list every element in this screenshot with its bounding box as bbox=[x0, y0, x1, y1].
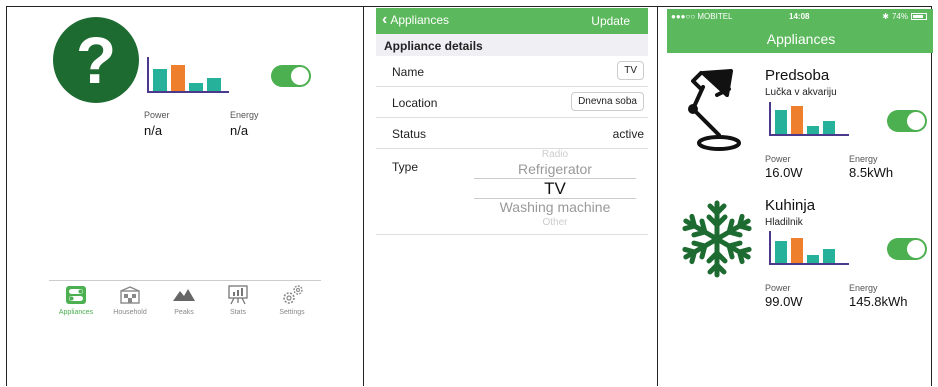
picker-option[interactable]: Radio bbox=[470, 149, 640, 160]
energy-label: Energy bbox=[849, 283, 878, 293]
chart-bar bbox=[153, 69, 167, 91]
toggle-knob bbox=[291, 67, 309, 85]
tab-label: Settings bbox=[279, 309, 305, 316]
consumption-bar-chart bbox=[147, 57, 229, 93]
tab-label: Household bbox=[113, 309, 147, 316]
tab-label: Stats bbox=[230, 309, 246, 316]
chart-bar bbox=[807, 255, 819, 263]
power-label: Power bbox=[144, 110, 170, 120]
chart-bar bbox=[189, 83, 203, 91]
power-value: n/a bbox=[144, 123, 163, 138]
location-input[interactable]: Dnevna soba bbox=[571, 92, 644, 111]
chart-y-axis bbox=[769, 231, 771, 265]
tab-appliances[interactable]: Appliances bbox=[49, 285, 103, 316]
chart-bar bbox=[807, 126, 819, 134]
type-picker[interactable]: Radio Refrigerator TV Washing machine Ot… bbox=[470, 149, 640, 235]
toggle-knob bbox=[907, 112, 925, 130]
name-input[interactable]: TV bbox=[617, 61, 644, 80]
chart-x-axis bbox=[147, 91, 229, 93]
gears-icon bbox=[265, 285, 319, 305]
stats-easel-icon bbox=[211, 285, 265, 305]
chart-bar bbox=[775, 241, 787, 263]
chart-bar bbox=[775, 110, 787, 134]
type-label: Type bbox=[392, 160, 419, 174]
type-row: Type Radio Refrigerator TV Washing machi… bbox=[376, 149, 648, 235]
mountain-peaks-icon bbox=[157, 285, 211, 305]
app-header: ●●●○○ MOBITEL 14:08 ✱ 74% Appliances bbox=[667, 9, 933, 53]
battery-percent: 74% bbox=[891, 12, 908, 21]
appliance-subtitle: Lučka v akvariju bbox=[765, 87, 837, 98]
appliances-list-panel: ●●●○○ MOBITEL 14:08 ✱ 74% Appliances Pre… bbox=[659, 7, 933, 386]
location-row: Location Dnevna soba bbox=[376, 87, 648, 118]
chevron-left-icon: ‹ bbox=[382, 11, 388, 28]
status-time: 14:08 bbox=[789, 12, 810, 21]
appliance-name: Predsoba bbox=[765, 67, 830, 84]
chart-bar bbox=[791, 238, 803, 263]
chart-x-axis bbox=[769, 263, 849, 265]
energy-value: 8.5kWh bbox=[849, 165, 894, 180]
appliance-toggle[interactable] bbox=[887, 110, 927, 132]
picker-option[interactable]: Refrigerator bbox=[470, 161, 640, 177]
bluetooth-icon: ✱ bbox=[882, 12, 889, 21]
bottom-tab-bar: Appliances Household Peaks Stats Setting… bbox=[49, 280, 321, 322]
chart-bar bbox=[207, 78, 221, 91]
chart-bar bbox=[171, 65, 185, 91]
location-label: Location bbox=[392, 96, 438, 110]
snowflake-icon bbox=[679, 200, 755, 279]
toggle-switch-icon bbox=[49, 285, 103, 305]
toggle-knob bbox=[907, 240, 925, 258]
energy-value: n/a bbox=[230, 123, 249, 138]
chart-bar bbox=[791, 106, 803, 134]
appliance-summary-panel: ? Power n/a Energy n/a Appliances Househ… bbox=[7, 7, 363, 386]
name-row: Name TV bbox=[376, 56, 648, 87]
question-mark-icon: ? bbox=[53, 17, 139, 103]
picker-option[interactable]: Washing machine bbox=[470, 199, 640, 215]
chart-bar bbox=[823, 249, 835, 263]
tab-household[interactable]: Household bbox=[103, 285, 157, 316]
power-value: 16.0W bbox=[765, 165, 803, 180]
back-button[interactable]: ‹ Appliances bbox=[382, 11, 450, 28]
tab-settings[interactable]: Settings bbox=[265, 285, 319, 316]
house-icon bbox=[103, 285, 157, 305]
chart-x-axis bbox=[769, 134, 849, 136]
panel-divider bbox=[657, 7, 658, 386]
panel-divider bbox=[363, 7, 364, 386]
power-label: Power bbox=[765, 283, 791, 293]
status-label: Status bbox=[392, 127, 427, 141]
consumption-bar-chart bbox=[769, 102, 849, 136]
picker-selected-option[interactable]: TV bbox=[470, 179, 640, 199]
consumption-bar-chart bbox=[769, 231, 849, 265]
power-value: 99.0W bbox=[765, 294, 803, 309]
appliance-name: Kuhinja bbox=[765, 197, 816, 214]
chart-y-axis bbox=[147, 57, 149, 93]
battery-icon bbox=[911, 13, 927, 20]
name-label: Name bbox=[392, 65, 425, 79]
back-label: Appliances bbox=[390, 13, 450, 27]
desk-lamp-icon bbox=[688, 69, 741, 151]
tab-label: Peaks bbox=[174, 309, 194, 316]
appliance-toggle[interactable] bbox=[887, 238, 927, 260]
update-button[interactable]: Update bbox=[591, 14, 630, 28]
tab-stats[interactable]: Stats bbox=[211, 285, 265, 316]
status-row: Status active bbox=[376, 118, 648, 149]
section-title: Appliance details bbox=[376, 34, 648, 56]
energy-label: Energy bbox=[230, 110, 259, 120]
status-right: ✱ 74% bbox=[882, 12, 927, 21]
navigation-bar: ‹ Appliances Update bbox=[376, 8, 648, 34]
picker-option[interactable]: Other bbox=[470, 217, 640, 227]
appliance-details-panel: ‹ Appliances Update Appliance details Na… bbox=[365, 7, 657, 386]
screen-title: Appliances bbox=[766, 31, 836, 47]
tab-label: Appliances bbox=[58, 309, 94, 316]
chart-y-axis bbox=[769, 102, 771, 136]
tab-peaks[interactable]: Peaks bbox=[157, 285, 211, 316]
appliance-toggle[interactable] bbox=[271, 65, 311, 87]
power-label: Power bbox=[765, 154, 791, 164]
appliance-subtitle: Hladilnik bbox=[765, 217, 803, 228]
carrier-text: ●●●○○ MOBITEL bbox=[671, 12, 733, 21]
screenshot-frame: ? Power n/a Energy n/a Appliances Househ… bbox=[6, 6, 933, 386]
energy-value: 145.8kWh bbox=[849, 294, 908, 309]
energy-label: Energy bbox=[849, 154, 878, 164]
chart-bar bbox=[823, 121, 835, 134]
status-value: active bbox=[612, 127, 644, 141]
